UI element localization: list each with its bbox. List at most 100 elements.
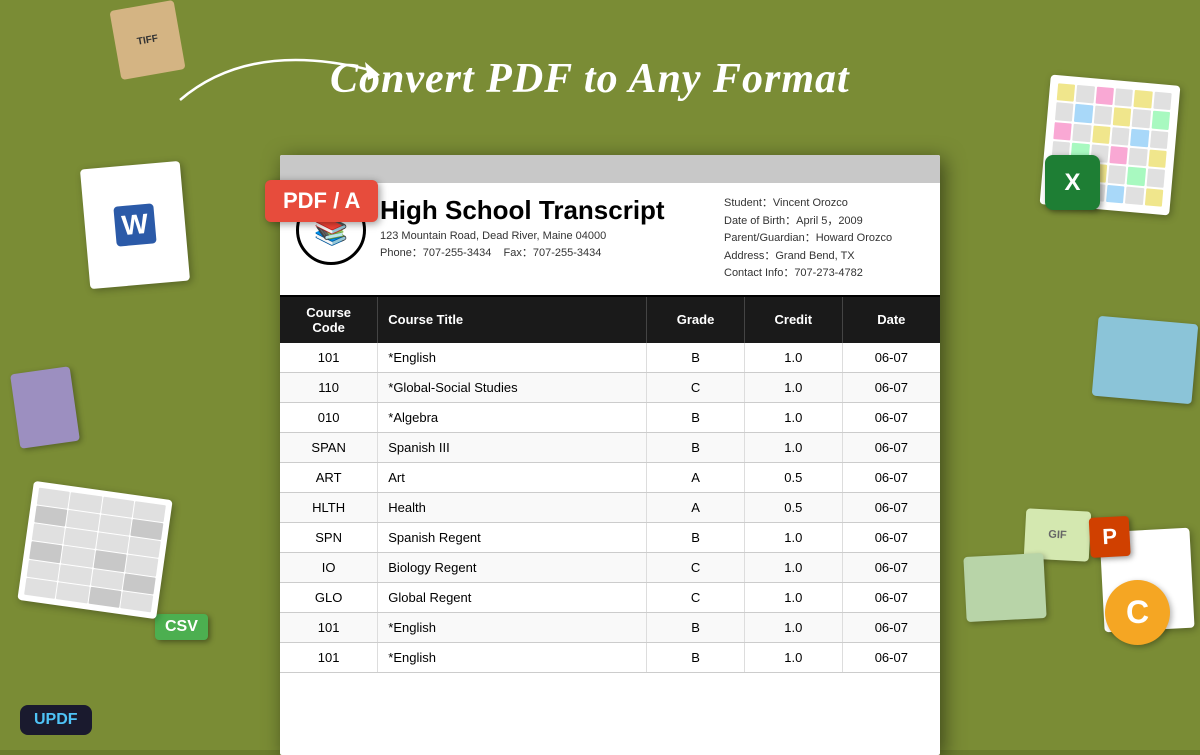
cell-date: 06-07 xyxy=(842,432,940,462)
cell-date: 06-07 xyxy=(842,642,940,672)
cell-title: *Algebra xyxy=(378,402,647,432)
transcript-table: Course Code Course Title Grade Credit Da… xyxy=(280,297,940,673)
table-row: HLTH Health A 0.5 06-07 xyxy=(280,492,940,522)
cell-title: *English xyxy=(378,642,647,672)
photo-decoration-1 xyxy=(1092,316,1199,404)
pdf-badge: PDF / A xyxy=(265,180,378,222)
purple-doc-decoration xyxy=(10,366,80,449)
cell-credit: 1.0 xyxy=(744,432,842,462)
cell-code: 010 xyxy=(280,402,378,432)
table-row: 101 *English B 1.0 06-07 xyxy=(280,343,940,373)
address-info: Address：Grand Bend, TX xyxy=(724,248,924,266)
header-date: Date xyxy=(842,297,940,343)
cell-date: 06-07 xyxy=(842,343,940,373)
doc-header: 📚 High School Transcript 123 Mountain Ro… xyxy=(280,183,940,297)
cell-code: 110 xyxy=(280,372,378,402)
cell-title: Health xyxy=(378,492,647,522)
cell-grade: C xyxy=(647,372,745,402)
table-row: 010 *Algebra B 1.0 06-07 xyxy=(280,402,940,432)
cell-date: 06-07 xyxy=(842,522,940,552)
cell-grade: B xyxy=(647,343,745,373)
cell-code: SPAN xyxy=(280,432,378,462)
cell-grade: B xyxy=(647,402,745,432)
csv-decoration: CSV xyxy=(155,614,208,640)
photo-decoration-2 xyxy=(963,553,1046,622)
table-row: 110 *Global-Social Studies C 1.0 06-07 xyxy=(280,372,940,402)
cell-credit: 1.0 xyxy=(744,402,842,432)
doc-phone-fax: Phone：707-255-3434 Fax：707-255-3434 xyxy=(380,244,724,260)
cell-code: 101 xyxy=(280,642,378,672)
table-row: 101 *English B 1.0 06-07 xyxy=(280,612,940,642)
cell-grade: B xyxy=(647,642,745,672)
table-row: SPAN Spanish III B 1.0 06-07 xyxy=(280,432,940,462)
table-row: IO Biology Regent C 1.0 06-07 xyxy=(280,552,940,582)
table-header-row: Course Code Course Title Grade Credit Da… xyxy=(280,297,940,343)
dob-info: Date of Birth：April 5，2009 xyxy=(724,213,924,231)
cell-grade: C xyxy=(647,552,745,582)
cell-title: *Global-Social Studies xyxy=(378,372,647,402)
cell-code: IO xyxy=(280,552,378,582)
cell-date: 06-07 xyxy=(842,402,940,432)
doc-gray-bar xyxy=(280,155,940,183)
cell-date: 06-07 xyxy=(842,492,940,522)
cell-title: Biology Regent xyxy=(378,552,647,582)
cell-date: 06-07 xyxy=(842,612,940,642)
cell-grade: A xyxy=(647,492,745,522)
cell-grade: B xyxy=(647,522,745,552)
cell-credit: 1.0 xyxy=(744,612,842,642)
cell-credit: 1.0 xyxy=(744,343,842,373)
main-title: Convert PDF to Any Format xyxy=(330,55,850,103)
cell-code: HLTH xyxy=(280,492,378,522)
cell-code: 101 xyxy=(280,343,378,373)
doc-info-right: Student：Vincent Orozco Date of Birth：Apr… xyxy=(724,195,924,283)
cell-grade: B xyxy=(647,432,745,462)
cell-code: GLO xyxy=(280,582,378,612)
cell-credit: 0.5 xyxy=(744,462,842,492)
cell-credit: 1.0 xyxy=(744,552,842,582)
sheet-decoration xyxy=(17,481,172,619)
student-info: Student：Vincent Orozco xyxy=(724,195,924,213)
document-container: 📚 High School Transcript 123 Mountain Ro… xyxy=(280,155,940,755)
cell-title: *English xyxy=(378,343,647,373)
doc-title: High School Transcript xyxy=(380,195,724,226)
header-credit: Credit xyxy=(744,297,842,343)
table-row: GLO Global Regent C 1.0 06-07 xyxy=(280,582,940,612)
excel-icon-decoration: X xyxy=(1045,155,1100,210)
cell-grade: A xyxy=(647,462,745,492)
cell-grade: B xyxy=(647,612,745,642)
updf-brand: UPDF xyxy=(20,705,92,735)
cell-credit: 1.0 xyxy=(744,372,842,402)
cell-title: Spanish III xyxy=(378,432,647,462)
cell-date: 06-07 xyxy=(842,372,940,402)
cell-code: ART xyxy=(280,462,378,492)
c-badge-decoration: C xyxy=(1105,580,1170,645)
cell-code: 101 xyxy=(280,612,378,642)
cell-title: Spanish Regent xyxy=(378,522,647,552)
cell-code: SPN xyxy=(280,522,378,552)
cell-credit: 0.5 xyxy=(744,492,842,522)
table-row: SPN Spanish Regent B 1.0 06-07 xyxy=(280,522,940,552)
cell-title: Art xyxy=(378,462,647,492)
header-course-title: Course Title xyxy=(378,297,647,343)
ppt-icon: P xyxy=(1089,516,1131,558)
cell-date: 06-07 xyxy=(842,552,940,582)
table-body: 101 *English B 1.0 06-07 110 *Global-Soc… xyxy=(280,343,940,673)
cell-date: 06-07 xyxy=(842,582,940,612)
contact-info: Contact Info：707-273-4782 xyxy=(724,265,924,283)
updf-label: UPDF xyxy=(34,711,78,729)
table-row: ART Art A 0.5 06-07 xyxy=(280,462,940,492)
header-grade: Grade xyxy=(647,297,745,343)
word-doc-decoration: W xyxy=(80,161,190,289)
cell-credit: 1.0 xyxy=(744,522,842,552)
word-icon: W xyxy=(113,203,156,246)
cell-title: Global Regent xyxy=(378,582,647,612)
table-row: 101 *English B 1.0 06-07 xyxy=(280,642,940,672)
cell-credit: 1.0 xyxy=(744,582,842,612)
cell-title: *English xyxy=(378,612,647,642)
doc-address: 123 Mountain Road, Dead River, Maine 040… xyxy=(380,230,724,242)
cell-grade: C xyxy=(647,582,745,612)
doc-title-section: High School Transcript 123 Mountain Road… xyxy=(380,195,724,262)
cell-credit: 1.0 xyxy=(744,642,842,672)
guardian-info: Parent/Guardian：Howard Orozco xyxy=(724,230,924,248)
tiff-decoration: TIFF xyxy=(109,0,185,80)
